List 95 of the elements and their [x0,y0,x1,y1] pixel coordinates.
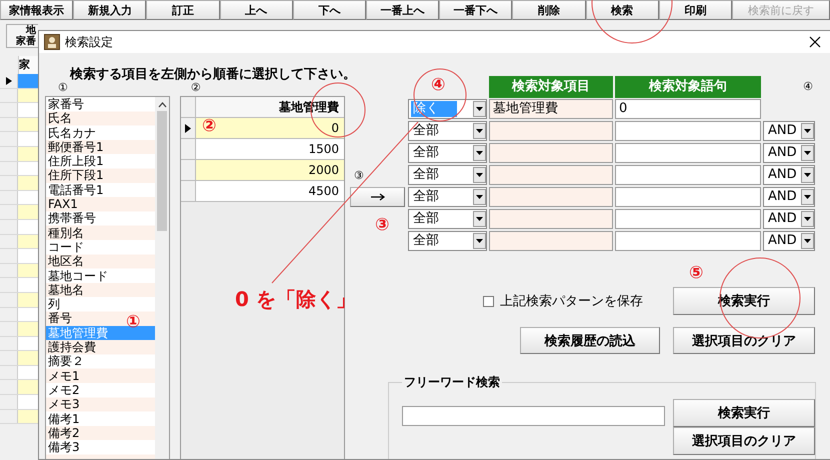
load-history-button[interactable]: 検索履歴の読込 [520,327,660,354]
scrollbar[interactable] [155,97,169,459]
step-label: ① [58,81,68,96]
list-item[interactable]: 護持会費 [46,340,96,354]
search-run-button[interactable]: 検索実行 [673,399,815,427]
window-title: 検索設定 [65,34,113,50]
toolbar-button[interactable]: 訂正 [146,0,220,20]
add-button[interactable] [350,187,405,207]
list-item[interactable]: 種別名 [46,226,84,240]
checkbox[interactable] [483,296,494,306]
list-item[interactable]: 携帯番号 [46,211,96,226]
row-pointer-icon [6,76,12,85]
item-field[interactable]: 墓地管理費 [489,99,613,119]
scrollbar-thumb[interactable] [157,111,167,231]
toolbar-button[interactable]: 検索 [586,0,659,20]
clear-selection-button[interactable]: 選択項目のクリア [673,427,815,455]
close-button[interactable] [808,35,822,49]
table-cell[interactable]: 4500 [196,181,344,201]
list-item[interactable]: メモ2 [46,382,80,398]
annotation-text: 0 を「除く」 [235,288,356,310]
item-field[interactable] [489,121,613,141]
mode-dropdown[interactable]: 全部 [408,209,487,229]
term-field[interactable] [615,187,761,207]
toolbar-button[interactable]: 一番上へ [366,0,440,20]
checkbox-label: 上記検索パターンを保存 [500,293,643,310]
term-field[interactable] [615,165,761,185]
mode-dropdown[interactable]: 全部 [408,187,487,207]
item-field[interactable] [489,231,613,251]
group-title: フリーワード検索 [403,374,501,391]
annotation-text: ⑤ [689,264,704,282]
step-label: ③ [353,169,365,183]
annotation-text: ② [202,117,216,135]
list-item[interactable]: 氏名カナ [46,126,96,140]
list-item[interactable]: 備考2 [46,426,80,440]
term-field[interactable] [615,121,761,141]
mode-dropdown[interactable]: 全部 [408,165,487,185]
column-header: 検索対象項目 [489,76,613,98]
list-item[interactable]: メモ1 [46,368,80,383]
toolbar-button[interactable]: 家情報表示 [0,0,74,20]
instruction-text: 検索する項目を左側から順番に選択して下さい。 [68,66,355,81]
toolbar-button[interactable]: 新規入力 [73,0,146,20]
list-item[interactable]: 住所上段1 [46,154,104,168]
operator-dropdown[interactable]: AND [763,143,815,163]
term-field[interactable]: 0 [615,99,761,119]
arrow-icon [370,193,386,201]
column-header: 家 [18,56,38,74]
highlight-circle [414,68,466,122]
term-field[interactable] [615,231,761,251]
toolbar-button[interactable]: 上へ [220,0,293,20]
toolbar-button[interactable]: 一番下へ [439,0,512,20]
list-item[interactable]: 電話番号1 [46,182,104,198]
term-field[interactable] [615,143,761,163]
operator-dropdown[interactable]: AND [763,165,815,185]
item-field[interactable] [489,187,613,207]
scroll-up-icon[interactable] [158,101,166,109]
list-item[interactable]: 備考3 [46,440,80,454]
step-label: ④ [802,79,814,95]
list-item[interactable]: FAX1 [46,197,78,212]
list-item[interactable]: 備考1 [46,412,80,426]
column-header: 地 家番 [6,24,38,48]
term-field[interactable] [615,209,761,229]
free-word-field[interactable] [402,406,665,426]
operator-dropdown[interactable]: AND [763,209,815,229]
list-item[interactable]: 地区名 [46,254,84,269]
list-item[interactable]: 郵便番号1 [46,140,104,154]
row-header[interactable] [181,118,196,138]
annotation-text: ④ [431,76,446,94]
list-item[interactable]: 墓地名 [46,282,84,298]
item-field[interactable] [489,143,613,163]
list-item[interactable]: 摘要２ [46,354,84,369]
list-item[interactable]: 氏名 [46,111,72,126]
table-cell[interactable]: 2000 [196,160,344,180]
list-item[interactable]: 家番号 [46,97,84,112]
operator-dropdown[interactable]: AND [763,187,815,207]
toolbar-button[interactable]: 削除 [512,0,586,20]
mode-dropdown[interactable]: 全部 [408,231,487,251]
mode-dropdown[interactable]: 全部 [408,121,487,141]
list-item[interactable]: 住所下段1 [46,168,104,183]
app-icon [44,34,60,50]
item-field[interactable] [489,165,613,185]
toolbar-button[interactable]: 印刷 [658,0,732,20]
list-item[interactable]: 列 [46,297,60,312]
item-field[interactable] [489,209,613,229]
step-label: ② [190,81,201,96]
list-item[interactable]: コード [46,240,84,254]
column-header: 検索対象語句 [615,76,761,98]
operator-dropdown[interactable]: AND [763,231,815,251]
list-item[interactable]: 番号 [46,311,72,326]
annotation-text: ③ [375,216,390,234]
toolbar-button[interactable]: 下へ [292,0,366,20]
mode-dropdown[interactable]: 全部 [408,143,487,163]
list-item[interactable]: 墓地コード [46,268,108,283]
operator-dropdown[interactable]: AND [763,121,815,141]
list-item[interactable]: メモ3 [46,397,80,412]
table-cell[interactable]: 1500 [196,139,344,159]
